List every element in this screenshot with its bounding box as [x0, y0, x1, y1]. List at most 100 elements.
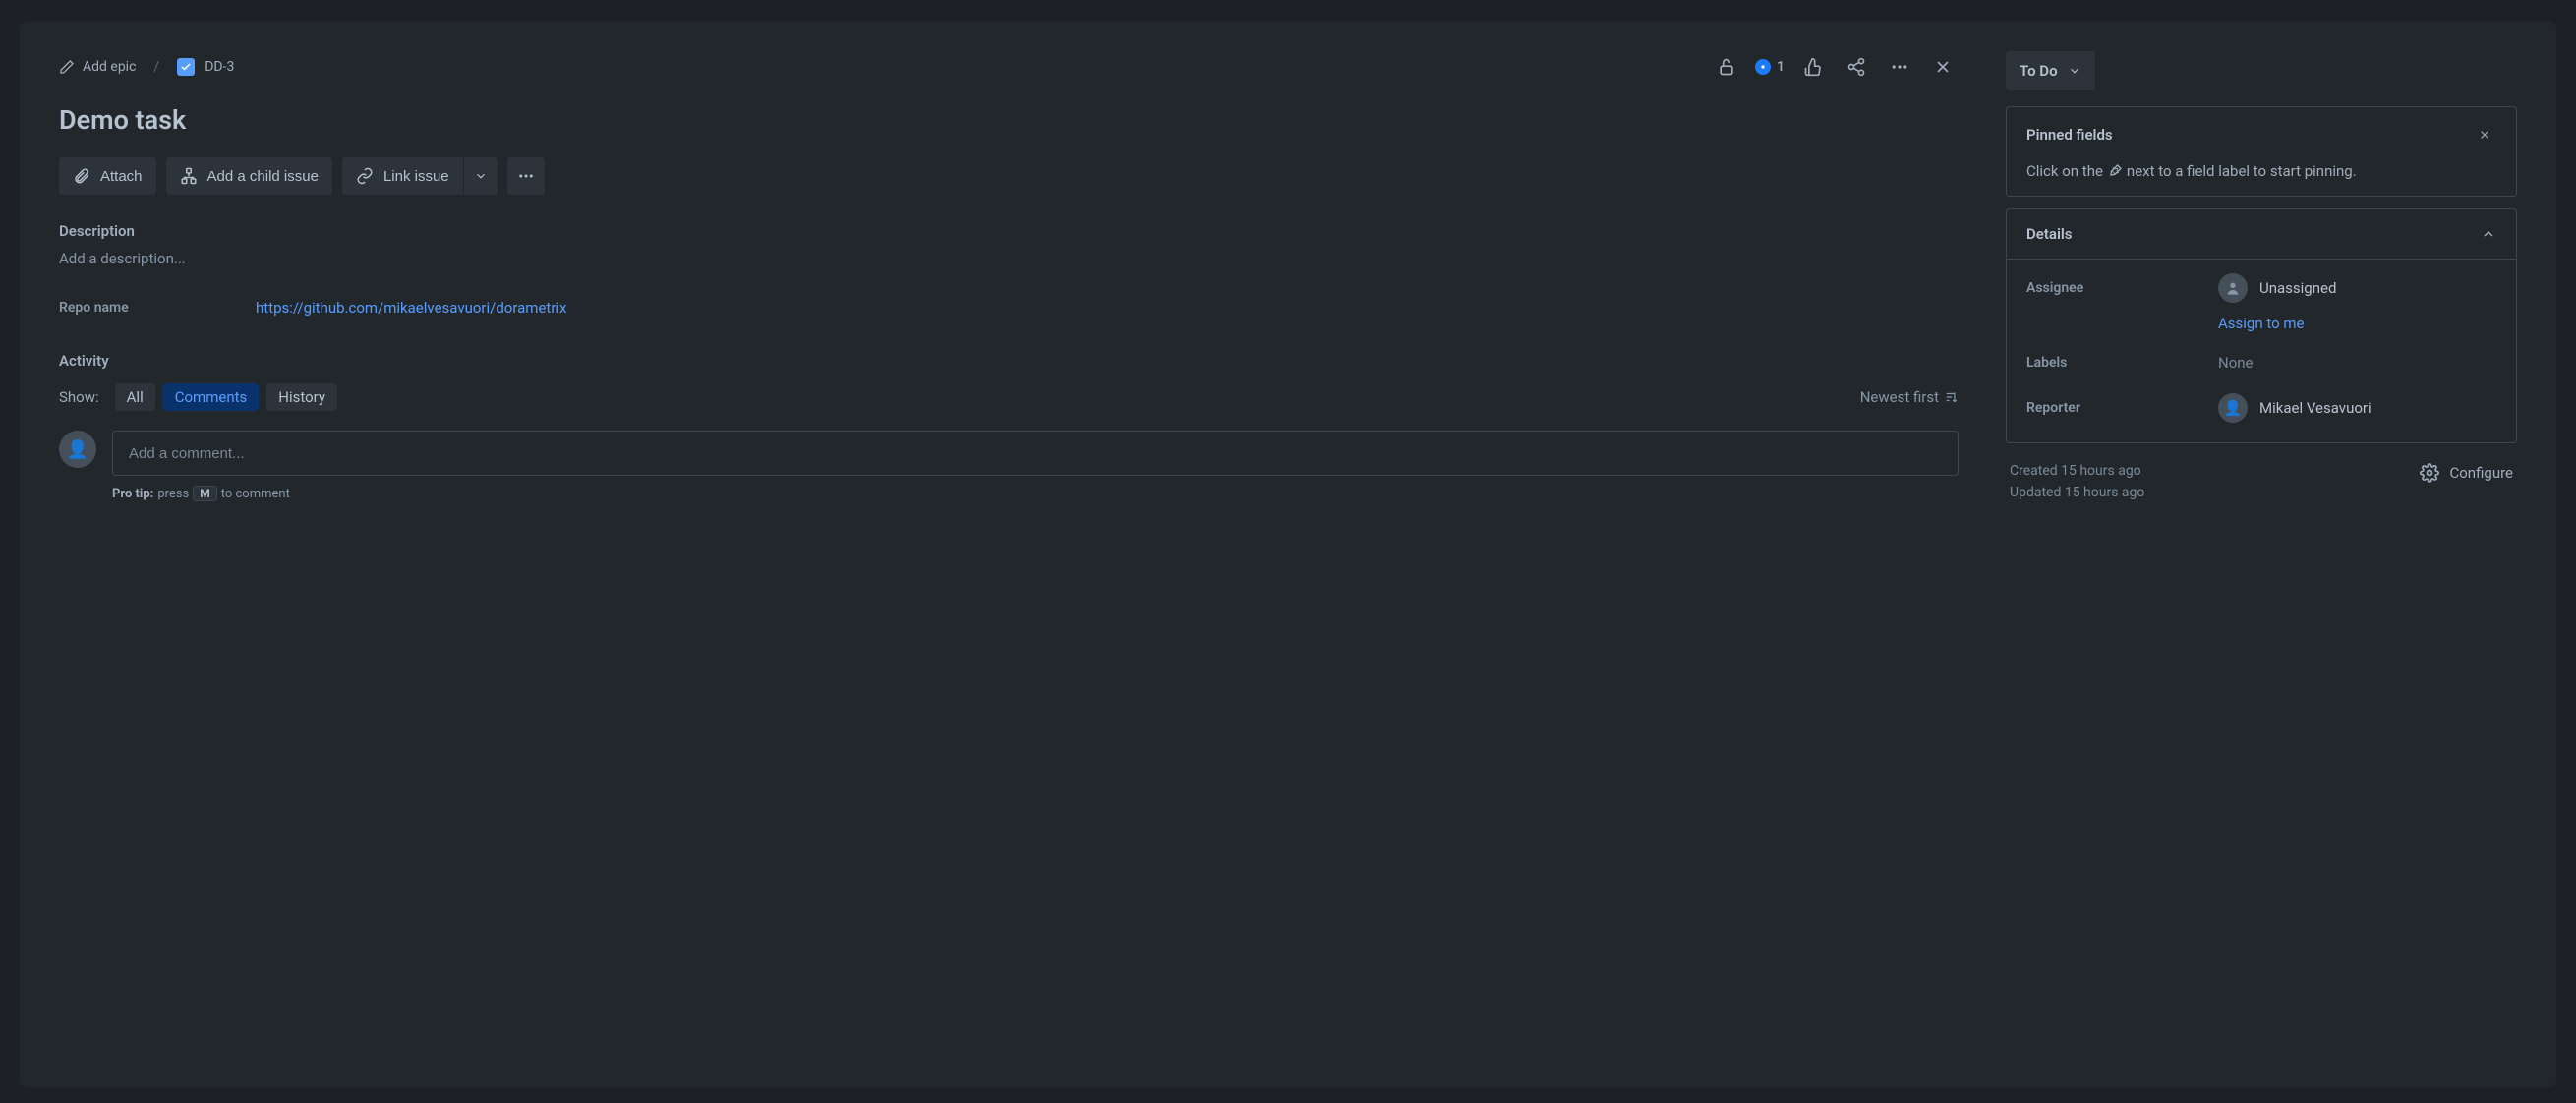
reporter-label: Reporter [2026, 400, 2218, 416]
labels-row: Labels None [2026, 354, 2496, 372]
chevron-up-icon [2481, 226, 2496, 242]
updated-text: Updated 15 hours ago [2010, 485, 2144, 500]
reporter-text: Mikael Vesavuori [2259, 399, 2371, 417]
configure-button[interactable]: Configure [2420, 463, 2513, 483]
pro-tip: Pro tip: press M to comment [112, 486, 1959, 501]
share-button[interactable] [1841, 51, 1872, 83]
attach-button[interactable]: Attach [59, 157, 156, 195]
timestamps: Created 15 hours ago Updated 15 hours ag… [2010, 463, 2144, 500]
issue-key-text: DD-3 [205, 59, 234, 75]
link-icon [356, 167, 374, 185]
configure-label: Configure [2449, 464, 2513, 482]
created-text: Created 15 hours ago [2010, 463, 2144, 479]
chevron-down-icon [474, 169, 488, 183]
security-button[interactable] [1711, 51, 1742, 83]
user-avatar: 👤 [59, 431, 96, 468]
show-label: Show: [59, 388, 99, 406]
sort-button[interactable]: Newest first [1860, 388, 1959, 406]
watch-button[interactable]: 1 [1754, 51, 1786, 83]
reporter-avatar: 👤 [2218, 393, 2248, 423]
more-actions-button[interactable] [1884, 51, 1915, 83]
gear-icon [2420, 463, 2439, 483]
pinned-hint-before: Click on the [2026, 162, 2103, 180]
issue-modal: Add epic / DD-3 1 [20, 22, 2556, 1087]
reporter-row: Reporter 👤 Mikael Vesavuori [2026, 393, 2496, 423]
unlock-icon [1717, 57, 1736, 77]
issue-main: Add epic / DD-3 1 [59, 51, 1959, 1058]
task-type-icon [177, 58, 195, 76]
details-title: Details [2026, 225, 2072, 243]
reporter-value[interactable]: 👤 Mikael Vesavuori [2218, 393, 2371, 423]
breadcrumb-row: Add epic / DD-3 1 [59, 51, 1959, 83]
pinned-title: Pinned fields [2026, 126, 2113, 144]
tab-comments[interactable]: Comments [163, 383, 260, 411]
pinned-hint: Click on the next to a field label to st… [2007, 162, 2516, 196]
assignee-value[interactable]: Unassigned [2218, 273, 2336, 303]
pinned-fields-panel: Pinned fields Click on the next to a fie… [2006, 106, 2517, 197]
status-label: To Do [2020, 62, 2058, 80]
more-content-button[interactable] [507, 157, 545, 195]
details-panel: Details Assignee Unassigned Assign to me… [2006, 208, 2517, 443]
issue-key-link[interactable]: DD-3 [177, 58, 234, 76]
tab-all[interactable]: All [115, 383, 155, 411]
chevron-down-icon [2068, 64, 2081, 78]
close-icon [1933, 57, 1953, 77]
unassigned-avatar-icon [2218, 273, 2248, 303]
breadcrumb: Add epic / DD-3 [59, 58, 234, 76]
attach-label: Attach [100, 168, 143, 185]
description-field[interactable]: Add a description... [59, 250, 1959, 267]
action-buttons: Attach Add a child issue Link issue [59, 157, 1959, 195]
assignee-row: Assignee Unassigned [2026, 273, 2496, 303]
description-label: Description [59, 222, 1959, 240]
status-dropdown[interactable]: To Do [2006, 51, 2095, 90]
sort-icon [1945, 390, 1959, 404]
tip-suffix: to comment [221, 487, 290, 501]
activity-tabs: Show: All Comments History [59, 383, 337, 411]
close-button[interactable] [1927, 51, 1959, 83]
dots-icon [517, 167, 535, 185]
add-epic-label: Add epic [83, 59, 136, 75]
tip-prefix: Pro tip: [112, 487, 153, 501]
repo-name-link[interactable]: https://github.com/mikaelvesavuori/doram… [256, 299, 567, 317]
labels-value[interactable]: None [2218, 354, 2254, 372]
assignee-label: Assignee [2026, 280, 2218, 296]
eye-icon [1755, 59, 1771, 75]
details-header[interactable]: Details [2007, 209, 2516, 259]
vote-button[interactable] [1797, 51, 1829, 83]
custom-field-row: Repo name https://github.com/mikaelvesav… [59, 299, 1959, 317]
add-child-label: Add a child issue [207, 168, 319, 185]
pencil-icon [59, 59, 75, 75]
link-issue-label: Link issue [383, 168, 449, 185]
pinned-close-button[interactable] [2473, 123, 2496, 146]
add-child-button[interactable]: Add a child issue [166, 157, 332, 195]
dots-icon [1890, 57, 1909, 77]
add-epic-button[interactable]: Add epic [59, 59, 136, 75]
pinned-hint-after: next to a field label to start pinning. [2127, 162, 2357, 180]
header-actions: 1 [1711, 51, 1959, 83]
hierarchy-icon [180, 167, 198, 185]
link-issue-group: Link issue [342, 157, 498, 195]
issue-title[interactable]: Demo task [59, 104, 1959, 136]
comment-composer: 👤 [59, 431, 1959, 476]
watch-count-value: 1 [1777, 59, 1785, 75]
activity-label: Activity [59, 352, 1959, 370]
tip-key: M [193, 486, 217, 501]
issue-sidebar: To Do Pinned fields Click on the next to… [2006, 51, 2517, 1058]
link-issue-button[interactable]: Link issue [342, 157, 463, 195]
assignee-text: Unassigned [2259, 279, 2336, 297]
repo-name-label: Repo name [59, 300, 256, 316]
paperclip-icon [73, 167, 90, 185]
share-icon [1846, 57, 1866, 77]
sort-label: Newest first [1860, 388, 1939, 406]
comment-input[interactable] [112, 431, 1959, 476]
pin-icon [2107, 163, 2123, 179]
thumbs-up-icon [1803, 57, 1823, 77]
link-issue-dropdown[interactable] [464, 157, 498, 195]
close-icon [2478, 128, 2491, 142]
labels-label: Labels [2026, 355, 2218, 371]
tip-press: press [157, 487, 189, 501]
assign-to-me-link[interactable]: Assign to me [2218, 315, 2496, 332]
meta-row: Created 15 hours ago Updated 15 hours ag… [2006, 463, 2517, 500]
tab-history[interactable]: History [266, 383, 337, 411]
breadcrumb-separator: / [149, 59, 163, 75]
